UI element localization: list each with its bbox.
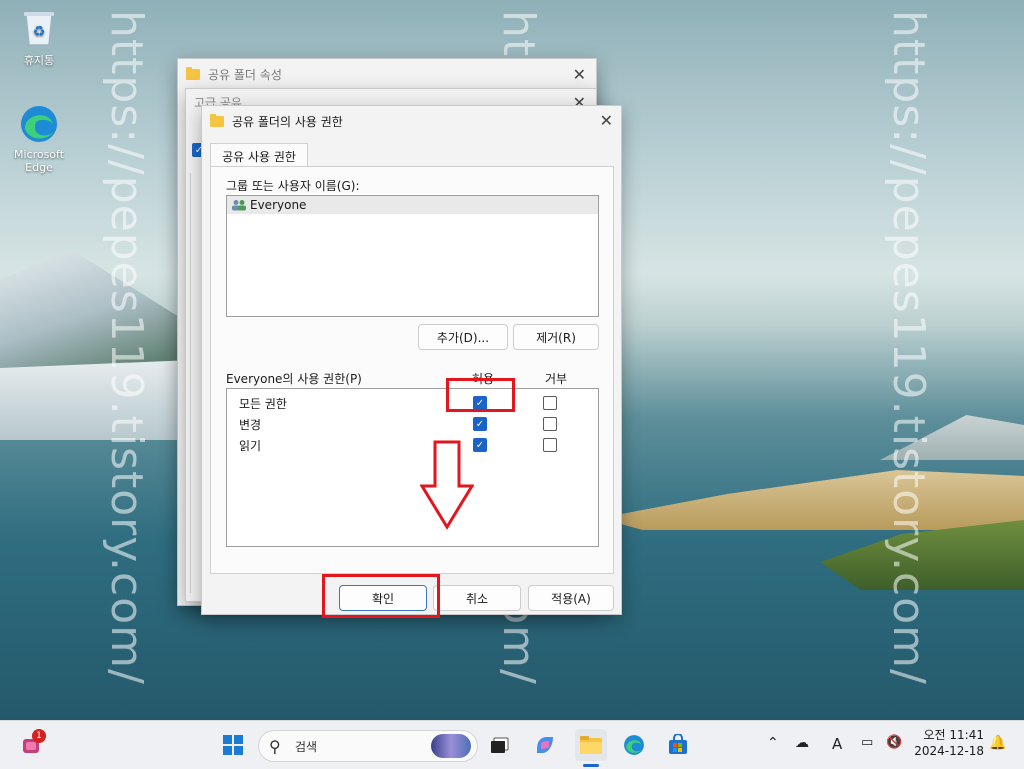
tab-panel: 그룹 또는 사용자 이름(G): Everyone 추가(D)... 제거(R)… — [210, 166, 614, 574]
list-item[interactable]: Everyone — [227, 196, 598, 214]
allow-change-checkbox[interactable]: ✓ — [473, 417, 487, 431]
notification-bell-icon[interactable]: 🔔 — [989, 735, 1006, 751]
active-indicator — [583, 764, 599, 767]
search-box[interactable]: ⚲ 검색 — [258, 730, 478, 762]
users-listbox[interactable]: Everyone — [226, 195, 599, 317]
dialog-titlebar[interactable]: 공유 폴더의 사용 권한 — [202, 106, 621, 136]
highlight-full-control — [446, 378, 515, 412]
cancel-button[interactable]: 취소 — [433, 585, 521, 611]
file-explorer-button[interactable] — [575, 729, 607, 767]
copilot-button[interactable] — [529, 729, 561, 761]
edge-shortcut[interactable]: Microsoft Edge — [4, 104, 74, 174]
highlight-ok-button — [322, 574, 440, 618]
clock-date: 2024-12-18 — [914, 744, 984, 758]
folder-icon — [186, 66, 200, 80]
watermark-text: https://pepes119.tistory.com/ — [883, 10, 934, 685]
permissions-label: Everyone의 사용 권한(P) — [226, 372, 362, 386]
store-icon — [669, 734, 687, 754]
clock[interactable]: 오전 11:41 2024-12-18 — [912, 727, 984, 759]
clock-time: 오전 11:41 — [923, 728, 984, 742]
search-placeholder: 검색 — [295, 740, 318, 754]
group-users-label: 그룹 또는 사용자 이름(G): — [226, 179, 360, 193]
grass-field — [600, 470, 1024, 530]
share-permissions-dialog: 공유 폴더의 사용 권한 ✕ 공유 사용 권한 그룹 또는 사용자 이름(G):… — [201, 105, 622, 615]
allow-read-checkbox[interactable]: ✓ — [473, 438, 487, 452]
user-name: Everyone — [250, 198, 307, 212]
task-view-button[interactable] — [484, 729, 516, 761]
folder-icon — [210, 113, 224, 127]
down-arrow-icon — [420, 440, 474, 530]
watermark-text: https://pepes119.tistory.com/ — [101, 10, 152, 685]
deny-read-checkbox[interactable] — [543, 438, 557, 452]
close-icon[interactable]: ✕ — [600, 111, 613, 130]
windows-logo-icon — [223, 735, 243, 755]
permission-name: 변경 — [239, 418, 262, 432]
deny-change-checkbox[interactable] — [543, 417, 557, 431]
window-title: 공유 폴더 속성 — [208, 67, 282, 82]
close-icon[interactable]: ✕ — [573, 65, 586, 84]
add-button[interactable]: 추가(D)... — [418, 324, 508, 350]
chevron-up-icon[interactable]: ⌃ — [767, 735, 779, 751]
permission-name: 읽기 — [239, 439, 262, 453]
edge-icon — [624, 735, 644, 755]
window-titlebar[interactable]: 공유 폴더 속성 — [178, 59, 596, 89]
start-button[interactable] — [217, 729, 249, 761]
taskbar: 1 ⚲ 검색 ⌃ ☁ A ▭ 🔇 오전 11:41 2024-12-18 🔔 — [0, 720, 1024, 769]
deny-full-control-checkbox[interactable] — [543, 396, 557, 410]
permissions-list: 모든 권한 변경 읽기 ✓ ✓ ✓ — [226, 388, 599, 547]
svg-text:♻: ♻ — [33, 24, 46, 40]
widgets-button[interactable]: 1 — [16, 729, 48, 761]
notification-badge: 1 — [32, 729, 46, 743]
recycle-bin-icon: ♻ — [19, 8, 59, 48]
users-group-icon — [231, 199, 247, 211]
edge-icon — [19, 104, 59, 144]
permission-name: 모든 권한 — [239, 397, 287, 411]
ime-indicator[interactable]: A — [832, 735, 842, 753]
dialog-title: 공유 폴더의 사용 권한 — [232, 114, 343, 129]
search-highlight-icon — [431, 734, 471, 758]
edge-label: Microsoft Edge — [13, 148, 65, 174]
copilot-icon — [537, 737, 553, 753]
tab-share-permissions[interactable]: 공유 사용 권한 — [210, 143, 308, 168]
volume-muted-icon[interactable]: 🔇 — [886, 735, 902, 750]
edge-taskbar-button[interactable] — [618, 729, 650, 761]
recycle-bin-shortcut[interactable]: ♻ 휴지통 — [4, 8, 74, 68]
network-icon[interactable]: ▭ — [861, 735, 873, 750]
remove-button[interactable]: 제거(R) — [513, 324, 599, 350]
apply-button[interactable]: 적용(A) — [528, 585, 614, 611]
cloud-offline-icon[interactable]: ☁ — [795, 735, 809, 751]
task-view-icon — [491, 737, 509, 753]
search-icon: ⚲ — [269, 737, 281, 756]
store-button[interactable] — [662, 729, 694, 761]
recycle-bin-label: 휴지통 — [23, 54, 55, 67]
file-explorer-icon — [580, 736, 602, 754]
deny-header: 거부 — [545, 372, 568, 386]
tab-label: 공유 사용 권한 — [222, 149, 296, 164]
